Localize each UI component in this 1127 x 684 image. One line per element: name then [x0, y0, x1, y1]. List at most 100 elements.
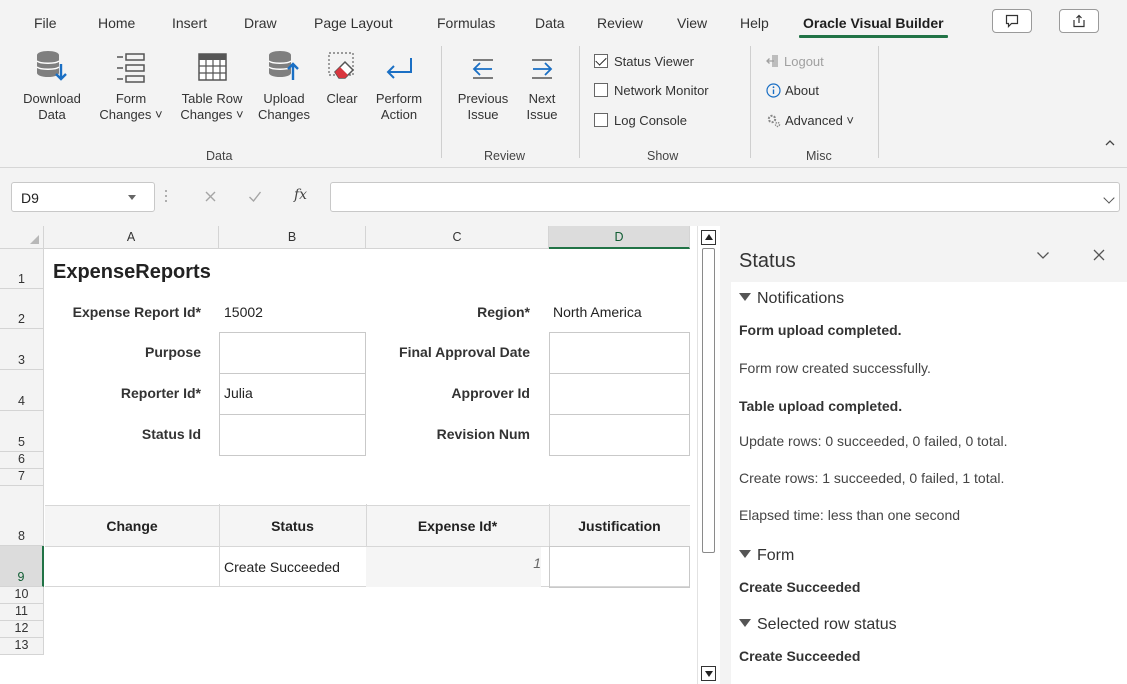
perform-action-button[interactable]: Perform Action [366, 50, 432, 123]
row-header[interactable]: 1 [0, 249, 44, 289]
region-value[interactable]: North America [553, 303, 642, 321]
selected-row-status-section[interactable]: Selected row status [739, 616, 897, 634]
advanced-menu-button[interactable]: Advanced ˅ [766, 113, 854, 128]
justification-cell[interactable] [549, 546, 690, 588]
upload-changes-button[interactable]: Upload Changes [252, 50, 316, 123]
tab-page-layout[interactable]: Page Layout [314, 15, 393, 31]
share-button[interactable] [1059, 9, 1099, 33]
row-header[interactable]: 8 [0, 486, 44, 546]
formula-controls: fx [165, 182, 328, 212]
previous-issue-button[interactable]: Previous Issue [450, 50, 516, 123]
ribbon-tabs: File Home Insert Draw Page Layout Formul… [0, 0, 1127, 40]
confirm-check-icon[interactable] [248, 190, 262, 203]
log-console-checkbox[interactable]: Log Console [594, 113, 687, 128]
expense-report-id-value[interactable]: 15002 [224, 303, 263, 321]
insert-function-button[interactable]: fx [294, 187, 307, 203]
tab-formulas[interactable]: Formulas [437, 15, 495, 31]
form-changes-icon [117, 53, 145, 83]
expense-id-cell[interactable]: 1 [366, 547, 541, 587]
final-approval-date-field[interactable] [549, 332, 690, 374]
tab-review[interactable]: Review [597, 15, 643, 31]
status-viewer-checkbox[interactable]: Status Viewer [594, 54, 694, 69]
row-header[interactable]: 6 [0, 452, 44, 469]
status-message: Update rows: 0 succeeded, 0 failed, 0 to… [739, 433, 1008, 449]
spreadsheet-grid: A B C D 1 2 3 4 5 6 7 8 9 10 11 12 13 Ex… [0, 226, 697, 684]
row-header[interactable]: 4 [0, 370, 44, 411]
checkbox-checked-icon [594, 54, 608, 68]
tab-data[interactable]: Data [535, 15, 565, 31]
chevron-down-icon [128, 195, 136, 200]
row-header[interactable]: 5 [0, 411, 44, 452]
tab-home[interactable]: Home [98, 15, 135, 31]
review-group-label: Review [484, 149, 525, 163]
table-row-changes-button[interactable]: Table Row Changes ˅ [172, 50, 252, 123]
next-issue-button[interactable]: Next Issue [518, 50, 566, 123]
tab-draw[interactable]: Draw [244, 15, 277, 31]
about-button[interactable]: About [766, 83, 819, 98]
row-header[interactable]: 9 [0, 546, 44, 587]
logout-button[interactable]: Logout [766, 54, 824, 69]
show-group-label: Show [647, 149, 679, 163]
column-header-d[interactable]: D [549, 226, 690, 249]
table-header-status[interactable]: Status [219, 505, 366, 547]
table-header-change[interactable]: Change [45, 505, 219, 547]
clear-button[interactable]: Clear [318, 50, 366, 107]
row-header[interactable]: 7 [0, 469, 44, 486]
select-all-corner[interactable] [0, 226, 44, 249]
collapse-ribbon-icon[interactable] [1105, 138, 1115, 148]
revision-num-label: Revision Num [436, 426, 530, 442]
pane-options-chevron-icon[interactable] [1036, 248, 1050, 262]
table-header-justification[interactable]: Justification [549, 505, 690, 547]
status-id-label: Status Id [141, 426, 201, 442]
row-header[interactable]: 10 [0, 587, 44, 604]
selected-row-status-text: Create Succeeded [739, 648, 861, 664]
reporter-id-value[interactable]: Julia [224, 384, 253, 402]
tab-view[interactable]: View [677, 15, 707, 31]
form-changes-button[interactable]: Form Changes ˅ [94, 50, 168, 123]
form-title: ExpenseReports [53, 261, 211, 283]
close-icon[interactable] [1092, 248, 1106, 262]
column-header-c[interactable]: C [366, 226, 549, 249]
row-header[interactable]: 13 [0, 638, 44, 655]
status-id-field[interactable] [219, 414, 366, 456]
comments-button[interactable] [992, 9, 1032, 33]
notifications-section[interactable]: Notifications [739, 290, 844, 308]
form-status-text: Create Succeeded [739, 579, 861, 595]
vertical-dots-icon [165, 190, 167, 202]
tab-insert[interactable]: Insert [172, 15, 207, 31]
revision-num-field[interactable] [549, 414, 690, 456]
row-header[interactable]: 3 [0, 329, 44, 370]
collapse-triangle-icon [739, 550, 751, 558]
row-header[interactable]: 11 [0, 604, 44, 621]
column-header-a[interactable]: A [44, 226, 219, 249]
tab-oracle-visual-builder[interactable]: Oracle Visual Builder [799, 15, 948, 38]
status-cell[interactable]: Create Succeeded [224, 558, 340, 576]
scroll-thumb[interactable] [702, 248, 715, 553]
expand-formula-icon[interactable] [1103, 192, 1115, 204]
scroll-down-icon[interactable] [701, 666, 716, 681]
return-arrow-icon [386, 58, 412, 79]
data-group-label: Data [206, 149, 233, 163]
row-header[interactable]: 2 [0, 289, 44, 329]
approver-id-field[interactable] [549, 373, 690, 415]
status-message: Table upload completed. [739, 398, 903, 414]
table-header-expense-id[interactable]: Expense Id* [366, 505, 549, 547]
tab-help[interactable]: Help [740, 15, 769, 31]
download-data-icon [36, 51, 67, 81]
purpose-field[interactable] [219, 332, 366, 374]
cancel-icon[interactable] [204, 190, 217, 203]
name-box[interactable]: D9 [11, 182, 155, 212]
tab-file[interactable]: File [34, 15, 57, 31]
row-header[interactable]: 12 [0, 621, 44, 638]
purpose-label: Purpose [144, 344, 201, 360]
scroll-up-icon[interactable] [701, 230, 716, 245]
formula-input[interactable] [330, 182, 1120, 212]
download-data-button[interactable]: Download Data [17, 50, 87, 123]
column-header-b[interactable]: B [219, 226, 366, 249]
vertical-scrollbar[interactable] [697, 226, 719, 684]
ribbon: Download Data Form Changes ˅ Table Row Chan… [0, 40, 1127, 168]
network-monitor-checkbox[interactable]: Network Monitor [594, 83, 709, 98]
form-section[interactable]: Form [739, 547, 794, 565]
pane-title: Status [739, 250, 796, 272]
group-divider [441, 46, 442, 158]
